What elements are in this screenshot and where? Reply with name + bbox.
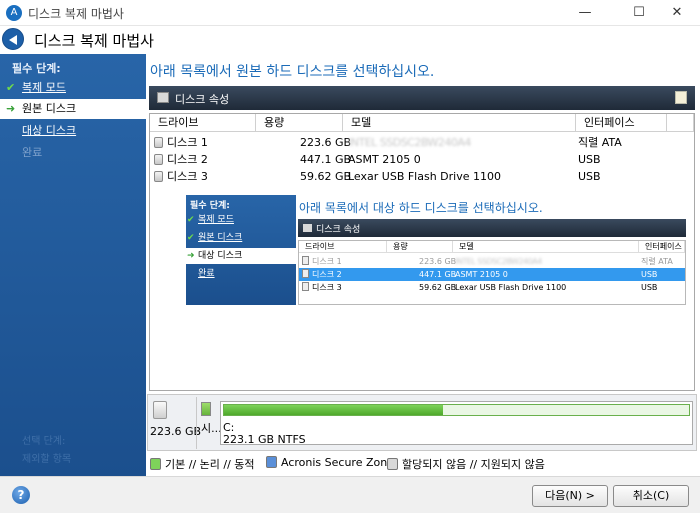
- disk-layout-strip: 223.6 GB 시... C: 223.1 GB NTFS: [147, 394, 697, 451]
- column-header-drive[interactable]: 드라이브: [150, 114, 256, 132]
- footer-bar: ? 다음(N) > 취소(C): [0, 476, 700, 513]
- notes-icon[interactable]: [675, 91, 687, 104]
- disk-row-1[interactable]: 디스크 1 223.6 GB INTEL SSDSC2BW240A4 직렬 AT…: [150, 134, 694, 151]
- preview-properties-label: 디스크 속성: [316, 225, 361, 235]
- title-bar: A 디스크 복제 마법사 — ☐ ✕: [0, 0, 700, 26]
- hard-disk-icon: [153, 401, 167, 419]
- disk-row-2[interactable]: 디스크 2 447.1 GB ASMT 2105 0 USB: [150, 151, 694, 168]
- sidebar-item-exclude: 제외할 항목: [22, 454, 72, 465]
- disk-interface-cell: USB: [578, 170, 601, 183]
- sidebar-item-label: 복제 모드: [22, 81, 66, 94]
- legend-item-unallocated: 할당되지 않음 // 지원되지 않음: [387, 456, 545, 472]
- preview-disk-list: 드라이브 용량 모델 인터페이스 디스크 1 223.6 GB INTEL SS…: [298, 240, 686, 305]
- preview-column-model: 모델: [453, 241, 639, 253]
- disk-interface-cell: USB: [578, 153, 601, 166]
- divider: [196, 397, 197, 449]
- disk-model-cell: INTEL SSDSC2BW240A4: [348, 136, 471, 149]
- current-step-arrow-icon: ➜: [187, 251, 195, 261]
- disk-icon: [154, 171, 163, 182]
- sidebar-item-finish: 완료: [0, 143, 146, 163]
- instruction-text: 아래 목록에서 원본 하드 디스크를 선택하십시오.: [150, 64, 435, 80]
- sidebar-item-target-disk[interactable]: 대상 디스크: [0, 121, 146, 141]
- column-header-filler: [667, 114, 694, 132]
- preview-row-1: 디스크 1 223.6 GB INTEL SSDSC2BW240A4 직렬 AT…: [299, 255, 685, 268]
- current-step-arrow-icon: ➜: [6, 102, 16, 115]
- checkmark-icon: ✔: [187, 233, 195, 243]
- disk-icon: [154, 154, 163, 165]
- sidebar-item-source-disk[interactable]: ➜ 원본 디스크: [0, 99, 146, 119]
- disk-properties-icon: [303, 224, 312, 232]
- window-title: 디스크 복제 마법사: [28, 7, 124, 21]
- preview-step-target-disk: ➜ 대상 디스크: [186, 248, 296, 264]
- preview-row-3: 디스크 3 59.62 GB Lexar USB Flash Drive 110…: [299, 281, 685, 294]
- disk-size-label: 223.6 GB: [150, 425, 202, 438]
- disk-icon: [154, 137, 163, 148]
- page-title: 디스크 복제 마법사: [34, 32, 154, 50]
- system-partition-label: 시...: [201, 422, 222, 435]
- disk-interface-cell: 직렬 ATA: [578, 136, 622, 149]
- optional-steps-heading: 선택 단계:: [22, 436, 66, 447]
- sidebar-item-label: 대상 디스크: [22, 124, 77, 137]
- partition-c-box[interactable]: C: 223.1 GB NTFS: [220, 401, 693, 446]
- legend-item-basic: 기본 // 논리 // 동적: [150, 456, 255, 472]
- disk-properties-bar[interactable]: 디스크 속성: [149, 86, 695, 110]
- sidebar-item-label: 원본 디스크: [22, 102, 77, 115]
- cancel-button[interactable]: 취소(C): [613, 485, 689, 507]
- disk-drive-cell: 디스크 2: [154, 151, 208, 168]
- column-header-model[interactable]: 모델: [343, 114, 576, 132]
- column-header-capacity[interactable]: 용량: [256, 114, 343, 132]
- blue-swatch-icon: [266, 456, 277, 468]
- column-header-interface[interactable]: 인터페이스: [576, 114, 667, 132]
- preview-properties-bar: 디스크 속성: [298, 219, 686, 237]
- preview-step-finish: 완료: [198, 269, 215, 279]
- preview-column-interface: 인터페이스: [639, 241, 685, 253]
- partition-usage-fill: [224, 405, 443, 415]
- next-button[interactable]: 다음(N) >: [532, 485, 608, 507]
- target-disk-preview-image: 필수 단계: ✔ 복제 모드 ✔ 원본 디스크 ➜ 대상 디스크 완료 아래 목록에서…: [186, 195, 686, 305]
- preview-row-2: 디스크 2 447.1 GB ASMT 2105 0 USB: [299, 268, 685, 281]
- disk-capacity-cell: 447.1 GB: [300, 153, 352, 166]
- help-icon[interactable]: ?: [12, 486, 30, 504]
- disk-capacity-cell: 59.62 GB: [300, 170, 352, 183]
- disk-model-cell: Lexar USB Flash Drive 1100: [348, 170, 501, 183]
- disk-drive-cell: 디스크 3: [154, 168, 208, 185]
- preview-column-capacity: 용량: [387, 241, 453, 253]
- disk-capacity-cell: 223.6 GB: [300, 136, 352, 149]
- disk-properties-icon: [157, 92, 169, 103]
- preview-column-drive: 드라이브: [299, 241, 387, 253]
- preview-step-clone-mode: ✔ 복제 모드: [187, 215, 234, 225]
- system-partition-icon: [201, 402, 211, 416]
- disk-row-3[interactable]: 디스크 3 59.62 GB Lexar USB Flash Drive 110…: [150, 168, 694, 185]
- preview-sidebar: 필수 단계: ✔ 복제 모드 ✔ 원본 디스크 ➜ 대상 디스크 완료: [186, 195, 296, 305]
- preview-steps-heading: 필수 단계:: [190, 201, 230, 211]
- sidebar-item-clone-mode[interactable]: ✔ 복제 모드: [0, 78, 146, 98]
- disk-model-cell: ASMT 2105 0: [348, 153, 421, 166]
- steps-heading: 필수 단계:: [12, 62, 61, 75]
- minimize-button[interactable]: —: [562, 0, 608, 26]
- preview-step-source-disk: ✔ 원본 디스크: [187, 233, 243, 243]
- close-button[interactable]: ✕: [654, 0, 700, 26]
- partition-info: 223.1 GB NTFS: [223, 433, 306, 446]
- preview-instruction: 아래 목록에서 대상 하드 디스크를 선택하십시오.: [299, 201, 543, 215]
- partition-usage-bar: [223, 404, 690, 416]
- back-arrow-icon[interactable]: [2, 28, 24, 50]
- sidebar-item-label: 완료: [22, 146, 43, 159]
- disk-properties-label: 디스크 속성: [175, 93, 230, 106]
- gray-swatch-icon: [387, 458, 398, 470]
- checkmark-icon: ✔: [187, 215, 195, 225]
- green-swatch-icon: [150, 458, 161, 470]
- disk-drive-cell: 디스크 1: [154, 134, 208, 151]
- steps-sidebar: 필수 단계: ✔ 복제 모드 ➜ 원본 디스크 대상 디스크 완료 선택 단계:…: [0, 54, 146, 476]
- legend-item-secure-zone: Acronis Secure Zone: [266, 456, 394, 469]
- app-icon: A: [6, 5, 22, 21]
- checkmark-icon: ✔: [6, 81, 16, 94]
- wizard-header: 디스크 복제 마법사: [0, 26, 700, 54]
